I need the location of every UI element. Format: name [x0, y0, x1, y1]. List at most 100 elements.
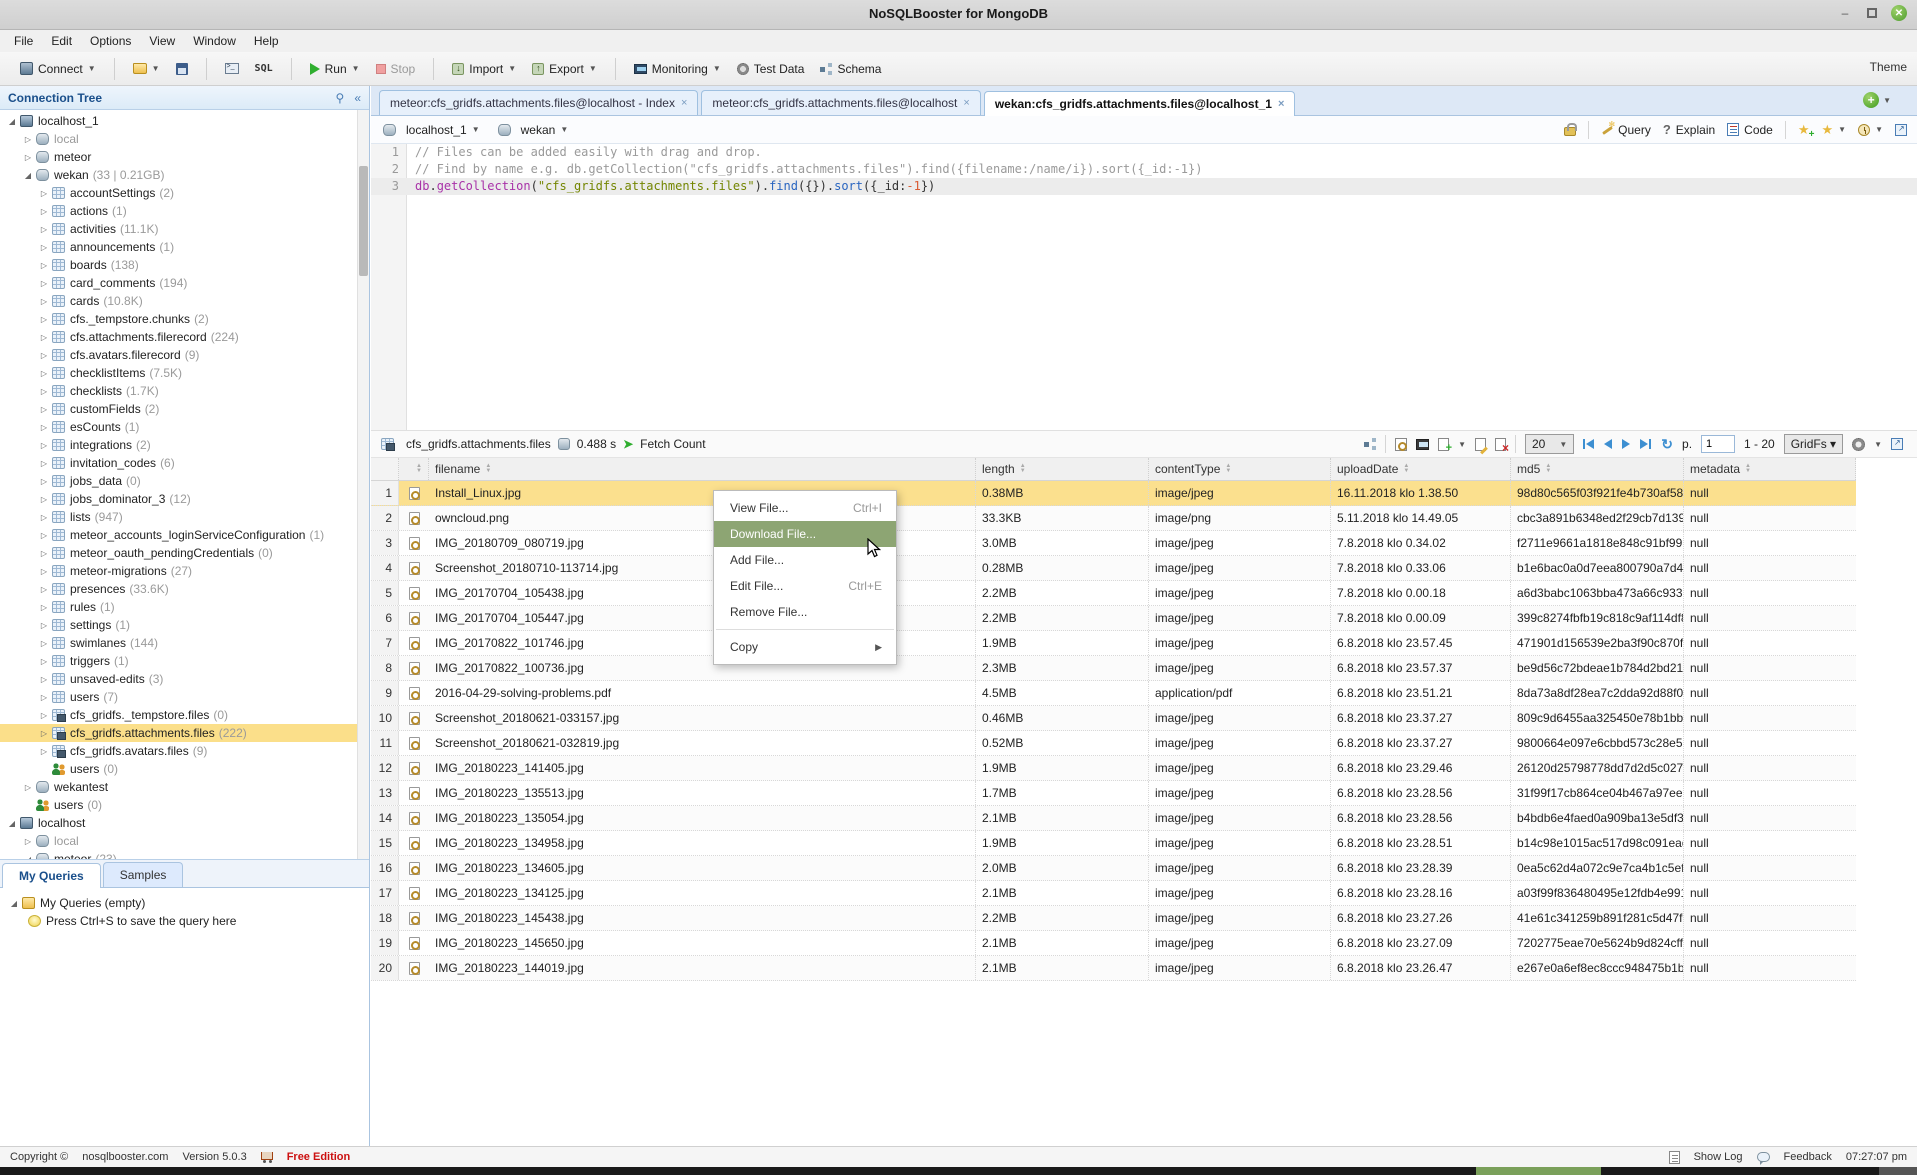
tree-item[interactable]: ▷ cfs_gridfs.avatars.files (9) [0, 742, 357, 760]
menu-item[interactable]: File [6, 32, 41, 50]
tree-item[interactable]: ▷ unsaved-edits (3) [0, 670, 357, 688]
table-row[interactable]: 10 Screenshot_20180621-033157.jpg 0.46MB… [371, 706, 1856, 731]
view-mode-select[interactable]: GridFs ▾ [1784, 434, 1843, 454]
tree-item[interactable]: ▷ meteor_accounts_loginServiceConfigurat… [0, 526, 357, 544]
tree-item[interactable]: ▷ presences (33.6K) [0, 580, 357, 598]
tree-item[interactable]: ▷ jobs_dominator_3 (12) [0, 490, 357, 508]
expander-icon[interactable]: ▷ [38, 657, 50, 666]
preview-file-icon[interactable] [409, 487, 420, 500]
expander-icon[interactable]: ▷ [38, 459, 50, 468]
close-tab-icon[interactable]: × [963, 97, 969, 109]
editor-tab[interactable]: meteor:cfs_gridfs.attachments.files@loca… [701, 90, 980, 115]
expander-icon[interactable]: ▷ [38, 423, 50, 432]
tree-item[interactable]: ▷ accountSettings (2) [0, 184, 357, 202]
my-queries-root[interactable]: ◢ My Queries (empty) [8, 894, 361, 912]
preview-file-icon[interactable] [409, 937, 420, 950]
tree-item[interactable]: ▷ settings (1) [0, 616, 357, 634]
add-favorite-icon[interactable]: ★ [1798, 122, 1810, 138]
context-menu-item[interactable]: View File... Ctrl+I [714, 495, 896, 521]
menu-item[interactable]: Help [246, 32, 287, 50]
schema-button[interactable]: Schema [816, 59, 885, 79]
column-header-length[interactable]: length▲▼ [976, 458, 1149, 480]
lock-icon[interactable] [1564, 127, 1576, 136]
column-header-uploaddate[interactable]: uploadDate▲▼ [1331, 458, 1511, 480]
context-menu-item[interactable]: Remove File... [714, 599, 896, 625]
history-dropdown[interactable]: ▼ [1858, 124, 1883, 136]
refresh-icon[interactable]: ↻ [1661, 436, 1673, 453]
tree-item[interactable]: ▷ cfs._tempstore.chunks (2) [0, 310, 357, 328]
tree-item[interactable]: ▷ local [0, 130, 357, 148]
expander-icon[interactable]: ▷ [38, 513, 50, 522]
expander-icon[interactable]: ▷ [38, 405, 50, 414]
preview-file-icon[interactable] [409, 962, 420, 975]
delete-document-icon[interactable] [1495, 438, 1506, 451]
column-header-contenttype[interactable]: contentType▲▼ [1149, 458, 1331, 480]
sql-button[interactable]: SQL [251, 60, 277, 77]
show-log-button[interactable]: Show Log [1694, 1151, 1743, 1163]
table-row[interactable]: 9 2016-04-29-solving-problems.pdf 4.5MB … [371, 681, 1856, 706]
fetch-count-link[interactable]: Fetch Count [640, 437, 705, 451]
view-document-icon[interactable] [1395, 438, 1407, 451]
stop-button[interactable]: Stop [372, 59, 420, 79]
table-row[interactable]: 19 IMG_20180223_145650.jpg 2.1MB image/j… [371, 931, 1856, 956]
expand-results-icon[interactable] [1891, 438, 1903, 450]
table-row[interactable]: 17 IMG_20180223_134125.jpg 2.1MB image/j… [371, 881, 1856, 906]
context-menu-item[interactable] [716, 629, 894, 630]
tree-item[interactable]: ▷ cfs_gridfs._tempstore.files (0) [0, 706, 357, 724]
expander-icon[interactable]: ▷ [38, 351, 50, 360]
save-button[interactable] [172, 60, 192, 78]
tree-item[interactable]: ▷ checklistItems (7.5K) [0, 364, 357, 382]
expander-icon[interactable]: ▷ [38, 243, 50, 252]
expander-icon[interactable]: ▷ [22, 135, 34, 144]
expander-icon[interactable]: ▷ [38, 225, 50, 234]
theme-link[interactable]: Theme [1870, 60, 1907, 74]
tree-item[interactable]: ▷ rules (1) [0, 598, 357, 616]
expander-icon[interactable]: ▷ [38, 279, 50, 288]
table-row[interactable]: 5 IMG_20170704_105438.jpg 2.2MB image/jp… [371, 581, 1856, 606]
tree-item[interactable]: ▷ users (7) [0, 688, 357, 706]
page-input[interactable] [1701, 435, 1735, 453]
tree-item[interactable]: ▷ wekantest [0, 778, 357, 796]
table-row[interactable]: 2 owncloud.png 33.3KB image/png 5.11.201… [371, 506, 1856, 531]
preview-file-icon[interactable] [409, 512, 420, 525]
export-button[interactable]: Export▼ [528, 59, 601, 79]
expander-icon[interactable]: ▷ [38, 207, 50, 216]
preview-file-icon[interactable] [409, 887, 420, 900]
preview-file-icon[interactable] [409, 612, 420, 625]
sort-icon[interactable]: ▲▼ [416, 464, 422, 474]
context-menu-item[interactable]: Copy ▶ [714, 634, 896, 660]
tree-item[interactable]: users (0) [0, 760, 357, 778]
preview-file-icon[interactable] [409, 562, 420, 575]
tree-item[interactable]: ▷ announcements (1) [0, 238, 357, 256]
expander-icon[interactable]: ▷ [38, 729, 50, 738]
expander-icon[interactable]: ▷ [38, 387, 50, 396]
expander-icon[interactable]: ▷ [38, 711, 50, 720]
tree-item[interactable]: ▷ invitation_codes (6) [0, 454, 357, 472]
expander-icon[interactable]: ▷ [38, 297, 50, 306]
expander-icon[interactable]: ▷ [38, 585, 50, 594]
connect-button[interactable]: Connect▼ [16, 59, 100, 79]
preview-file-icon[interactable] [409, 637, 420, 650]
favorites-dropdown[interactable]: ★▼ [1822, 122, 1847, 138]
tree-item[interactable]: ▷ meteor-migrations (27) [0, 562, 357, 580]
expander-icon[interactable]: ▷ [38, 639, 50, 648]
table-row[interactable]: 3 IMG_20180709_080719.jpg 3.0MB image/jp… [371, 531, 1856, 556]
website-link[interactable]: nosqlbooster.com [82, 1151, 168, 1163]
table-row[interactable]: 20 IMG_20180223_144019.jpg 2.1MB image/j… [371, 956, 1856, 981]
table-row[interactable]: 1 Install_Linux.jpg 0.38MB image/jpeg 16… [371, 481, 1856, 506]
tree-item[interactable]: ◢ localhost_1 [0, 112, 357, 130]
schema-view-icon[interactable] [1364, 438, 1376, 450]
explain-button[interactable]: ?Explain [1663, 122, 1715, 137]
expander-icon[interactable]: ▷ [38, 477, 50, 486]
open-button[interactable]: ▼ [129, 60, 164, 77]
tree-item[interactable]: ▷ esCounts (1) [0, 418, 357, 436]
search-icon[interactable]: ⚲ [336, 91, 345, 105]
expander-icon[interactable]: ▷ [38, 693, 50, 702]
preview-file-icon[interactable] [409, 687, 420, 700]
preview-file-icon[interactable] [409, 862, 420, 875]
expander-icon[interactable]: ▷ [22, 153, 34, 162]
table-row[interactable]: 4 Screenshot_20180710-113714.jpg 0.28MB … [371, 556, 1856, 581]
table-row[interactable]: 13 IMG_20180223_135513.jpg 1.7MB image/j… [371, 781, 1856, 806]
expand-editor-icon[interactable] [1895, 124, 1907, 136]
table-row[interactable]: 16 IMG_20180223_134605.jpg 2.0MB image/j… [371, 856, 1856, 881]
